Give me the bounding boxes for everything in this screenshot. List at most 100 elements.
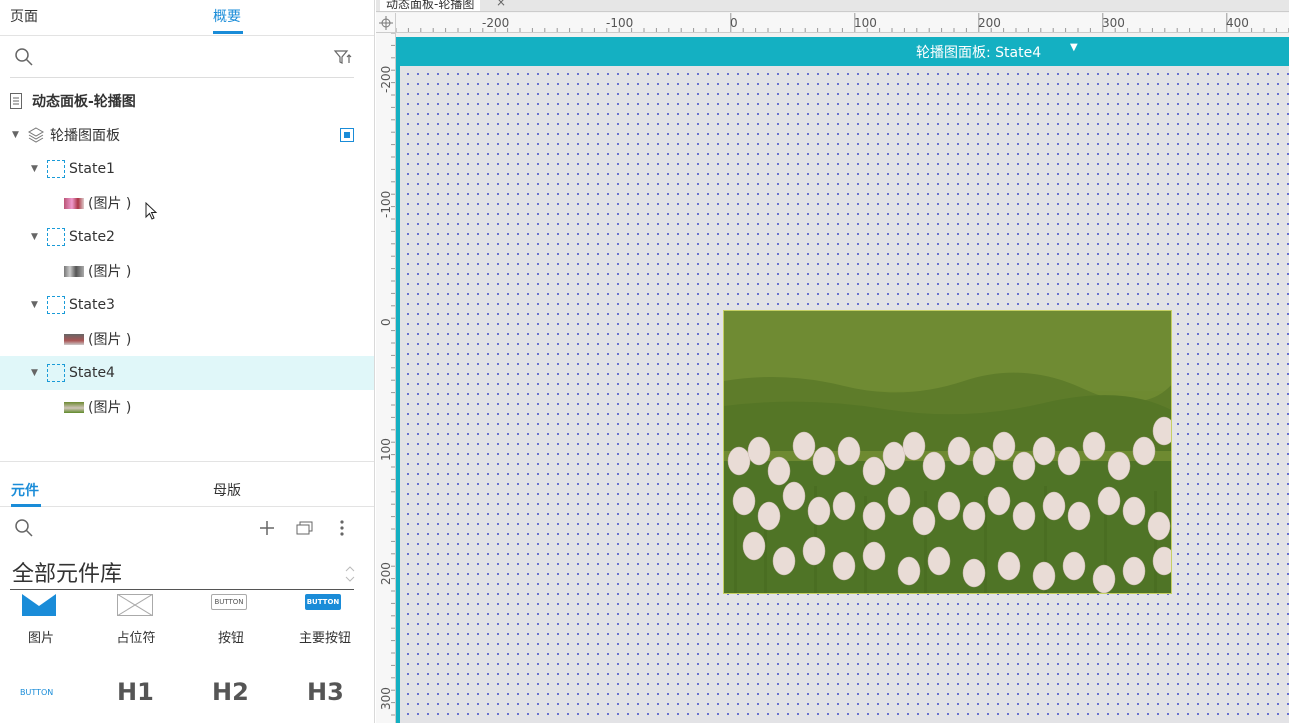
vertical-ruler: -200 -100 0 100 200 300 bbox=[376, 33, 396, 723]
tulip-photo-graphic bbox=[724, 311, 1171, 593]
caret-down-icon[interactable]: ▼ bbox=[12, 130, 19, 140]
ruler-label: 100 bbox=[854, 16, 877, 30]
dynamic-panel-header[interactable]: 轮播图面板: State4 ▼ bbox=[396, 37, 1289, 66]
updown-chevron-icon[interactable] bbox=[344, 564, 356, 584]
image-label: (图片 ) bbox=[88, 196, 132, 212]
image-label: (图片 ) bbox=[88, 264, 132, 280]
mouse-cursor-icon bbox=[145, 202, 158, 220]
caret-down-icon[interactable]: ▼ bbox=[31, 164, 38, 174]
state-icon bbox=[47, 228, 65, 246]
image-thumbnail-icon bbox=[64, 198, 84, 209]
ruler-label: 0 bbox=[379, 318, 393, 326]
ruler-label: -100 bbox=[606, 16, 634, 30]
h1-widget-preview: H1 bbox=[117, 678, 154, 706]
ruler-label: -200 bbox=[482, 16, 510, 30]
library-manage-icon[interactable] bbox=[296, 519, 316, 537]
outline-search-row bbox=[0, 36, 374, 78]
state-name: State4 bbox=[69, 365, 115, 381]
search-icon[interactable] bbox=[14, 518, 34, 538]
widget-label: 占位符 bbox=[116, 631, 156, 646]
tab-widgets[interactable]: 元件 bbox=[11, 480, 39, 500]
top-tabs: 页面 概要 bbox=[0, 0, 374, 36]
ruler-label: 0 bbox=[730, 16, 738, 30]
active-tab-indicator bbox=[11, 504, 41, 507]
ruler-label: 200 bbox=[978, 16, 1001, 30]
visibility-toggle-icon[interactable] bbox=[340, 128, 354, 142]
primary-button-widget-preview: BUTTON bbox=[305, 594, 341, 610]
filter-icon[interactable] bbox=[333, 47, 353, 67]
widget-label: 图片 bbox=[27, 631, 54, 646]
link-button-widget-preview: BUTTON bbox=[20, 688, 54, 697]
horizontal-ruler: -200 -100 0 100 200 300 400 bbox=[396, 13, 1289, 33]
tree-image-row[interactable]: (图片 ) bbox=[0, 186, 374, 220]
ruler-ticks bbox=[396, 13, 1289, 32]
ruler-corner[interactable] bbox=[376, 13, 396, 33]
widget-label: 主要按钮 bbox=[298, 631, 351, 646]
add-icon[interactable] bbox=[258, 519, 276, 537]
state-icon bbox=[47, 364, 65, 382]
canvas-area: 动态面板-轮播图 × -200 -100 0 100 200 300 400 -… bbox=[376, 0, 1289, 723]
tree-state-row-selected[interactable]: ▼ State4 bbox=[0, 356, 374, 390]
page-title: 动态面板-轮播图 bbox=[32, 94, 136, 110]
tree-image-row[interactable]: (图片 ) bbox=[0, 390, 374, 424]
caret-down-icon[interactable]: ▼ bbox=[31, 232, 38, 242]
caret-down-icon[interactable]: ▼ bbox=[31, 300, 38, 310]
more-options-icon[interactable] bbox=[336, 519, 348, 537]
tree-state-row[interactable]: ▼ State1 bbox=[0, 152, 374, 186]
ruler-label: 300 bbox=[379, 687, 393, 710]
image-widget-icon bbox=[22, 594, 56, 616]
document-tab-bar: 动态面板-轮播图 × bbox=[376, 0, 1289, 12]
ruler-label: -100 bbox=[379, 190, 393, 218]
close-tab-icon[interactable]: × bbox=[496, 0, 506, 9]
ruler-label: 300 bbox=[1102, 16, 1125, 30]
library-toolbar bbox=[0, 508, 374, 550]
panel-state-label: 轮播图面板: State4 bbox=[916, 45, 1042, 61]
caret-down-icon[interactable]: ▼ bbox=[31, 368, 38, 378]
tree-state-row[interactable]: ▼ State3 bbox=[0, 288, 374, 322]
h2-widget-preview: H2 bbox=[212, 678, 249, 706]
crosshair-icon bbox=[379, 16, 393, 30]
image-thumbnail-icon bbox=[64, 402, 84, 413]
tab-outline[interactable]: 概要 bbox=[213, 6, 241, 26]
tree-page-row[interactable]: 动态面板-轮播图 bbox=[0, 84, 374, 118]
state-name: State1 bbox=[69, 161, 115, 177]
state-name: State2 bbox=[69, 229, 115, 245]
app-window: 页面 概要 动态面板-轮播图 ▼ 轮播图面板 ▼ State1 (图片) ▼ … bbox=[0, 0, 1289, 723]
caret-down-icon[interactable]: ▼ bbox=[1070, 42, 1078, 53]
active-tab-indicator bbox=[213, 31, 243, 34]
placeholder-widget-icon bbox=[117, 594, 153, 616]
left-panel: 页面 概要 动态面板-轮播图 ▼ 轮播图面板 ▼ State1 (图片) ▼ … bbox=[0, 0, 375, 723]
tree-panel-row[interactable]: ▼ 轮播图面板 bbox=[0, 118, 374, 152]
ruler-label: 100 bbox=[379, 438, 393, 461]
state-icon bbox=[47, 160, 65, 178]
panel-name: 轮播图面板 bbox=[50, 128, 120, 144]
document-tab[interactable]: 动态面板-轮播图 bbox=[380, 0, 481, 11]
library-title[interactable]: 全部元件库 bbox=[12, 556, 122, 588]
tab-masters[interactable]: 母版 bbox=[213, 480, 241, 500]
ruler-ticks bbox=[391, 33, 395, 716]
tab-pages[interactable]: 页面 bbox=[10, 6, 38, 26]
widget-label: 按钮 bbox=[217, 631, 244, 646]
library-title-underline bbox=[10, 589, 354, 590]
state-icon bbox=[47, 296, 65, 314]
search-underline bbox=[10, 77, 354, 78]
image-label: (图片 ) bbox=[88, 332, 132, 348]
ruler-label: 200 bbox=[379, 562, 393, 585]
image-thumbnail-icon bbox=[64, 334, 84, 345]
h3-widget-preview: H3 bbox=[307, 678, 344, 706]
image-label: (图片 ) bbox=[88, 400, 132, 416]
ruler-label: 400 bbox=[1226, 16, 1249, 30]
tulip-image[interactable] bbox=[723, 310, 1172, 594]
ruler-label: -200 bbox=[379, 65, 393, 93]
state-name: State3 bbox=[69, 297, 115, 313]
image-thumbnail-icon bbox=[64, 266, 84, 277]
layers-icon bbox=[27, 127, 45, 143]
search-icon[interactable] bbox=[14, 47, 34, 67]
page-icon bbox=[10, 93, 22, 109]
library-tabs: 元件 母版 bbox=[0, 461, 374, 507]
outline-tree: 动态面板-轮播图 ▼ 轮播图面板 ▼ State1 (图片) ▼ State2… bbox=[0, 84, 374, 424]
button-widget-preview: BUTTON bbox=[211, 594, 247, 610]
tree-image-row[interactable]: (图片 ) bbox=[0, 322, 374, 356]
tree-state-row[interactable]: ▼ State2 bbox=[0, 220, 374, 254]
tree-image-row[interactable]: (图片 ) bbox=[0, 254, 374, 288]
